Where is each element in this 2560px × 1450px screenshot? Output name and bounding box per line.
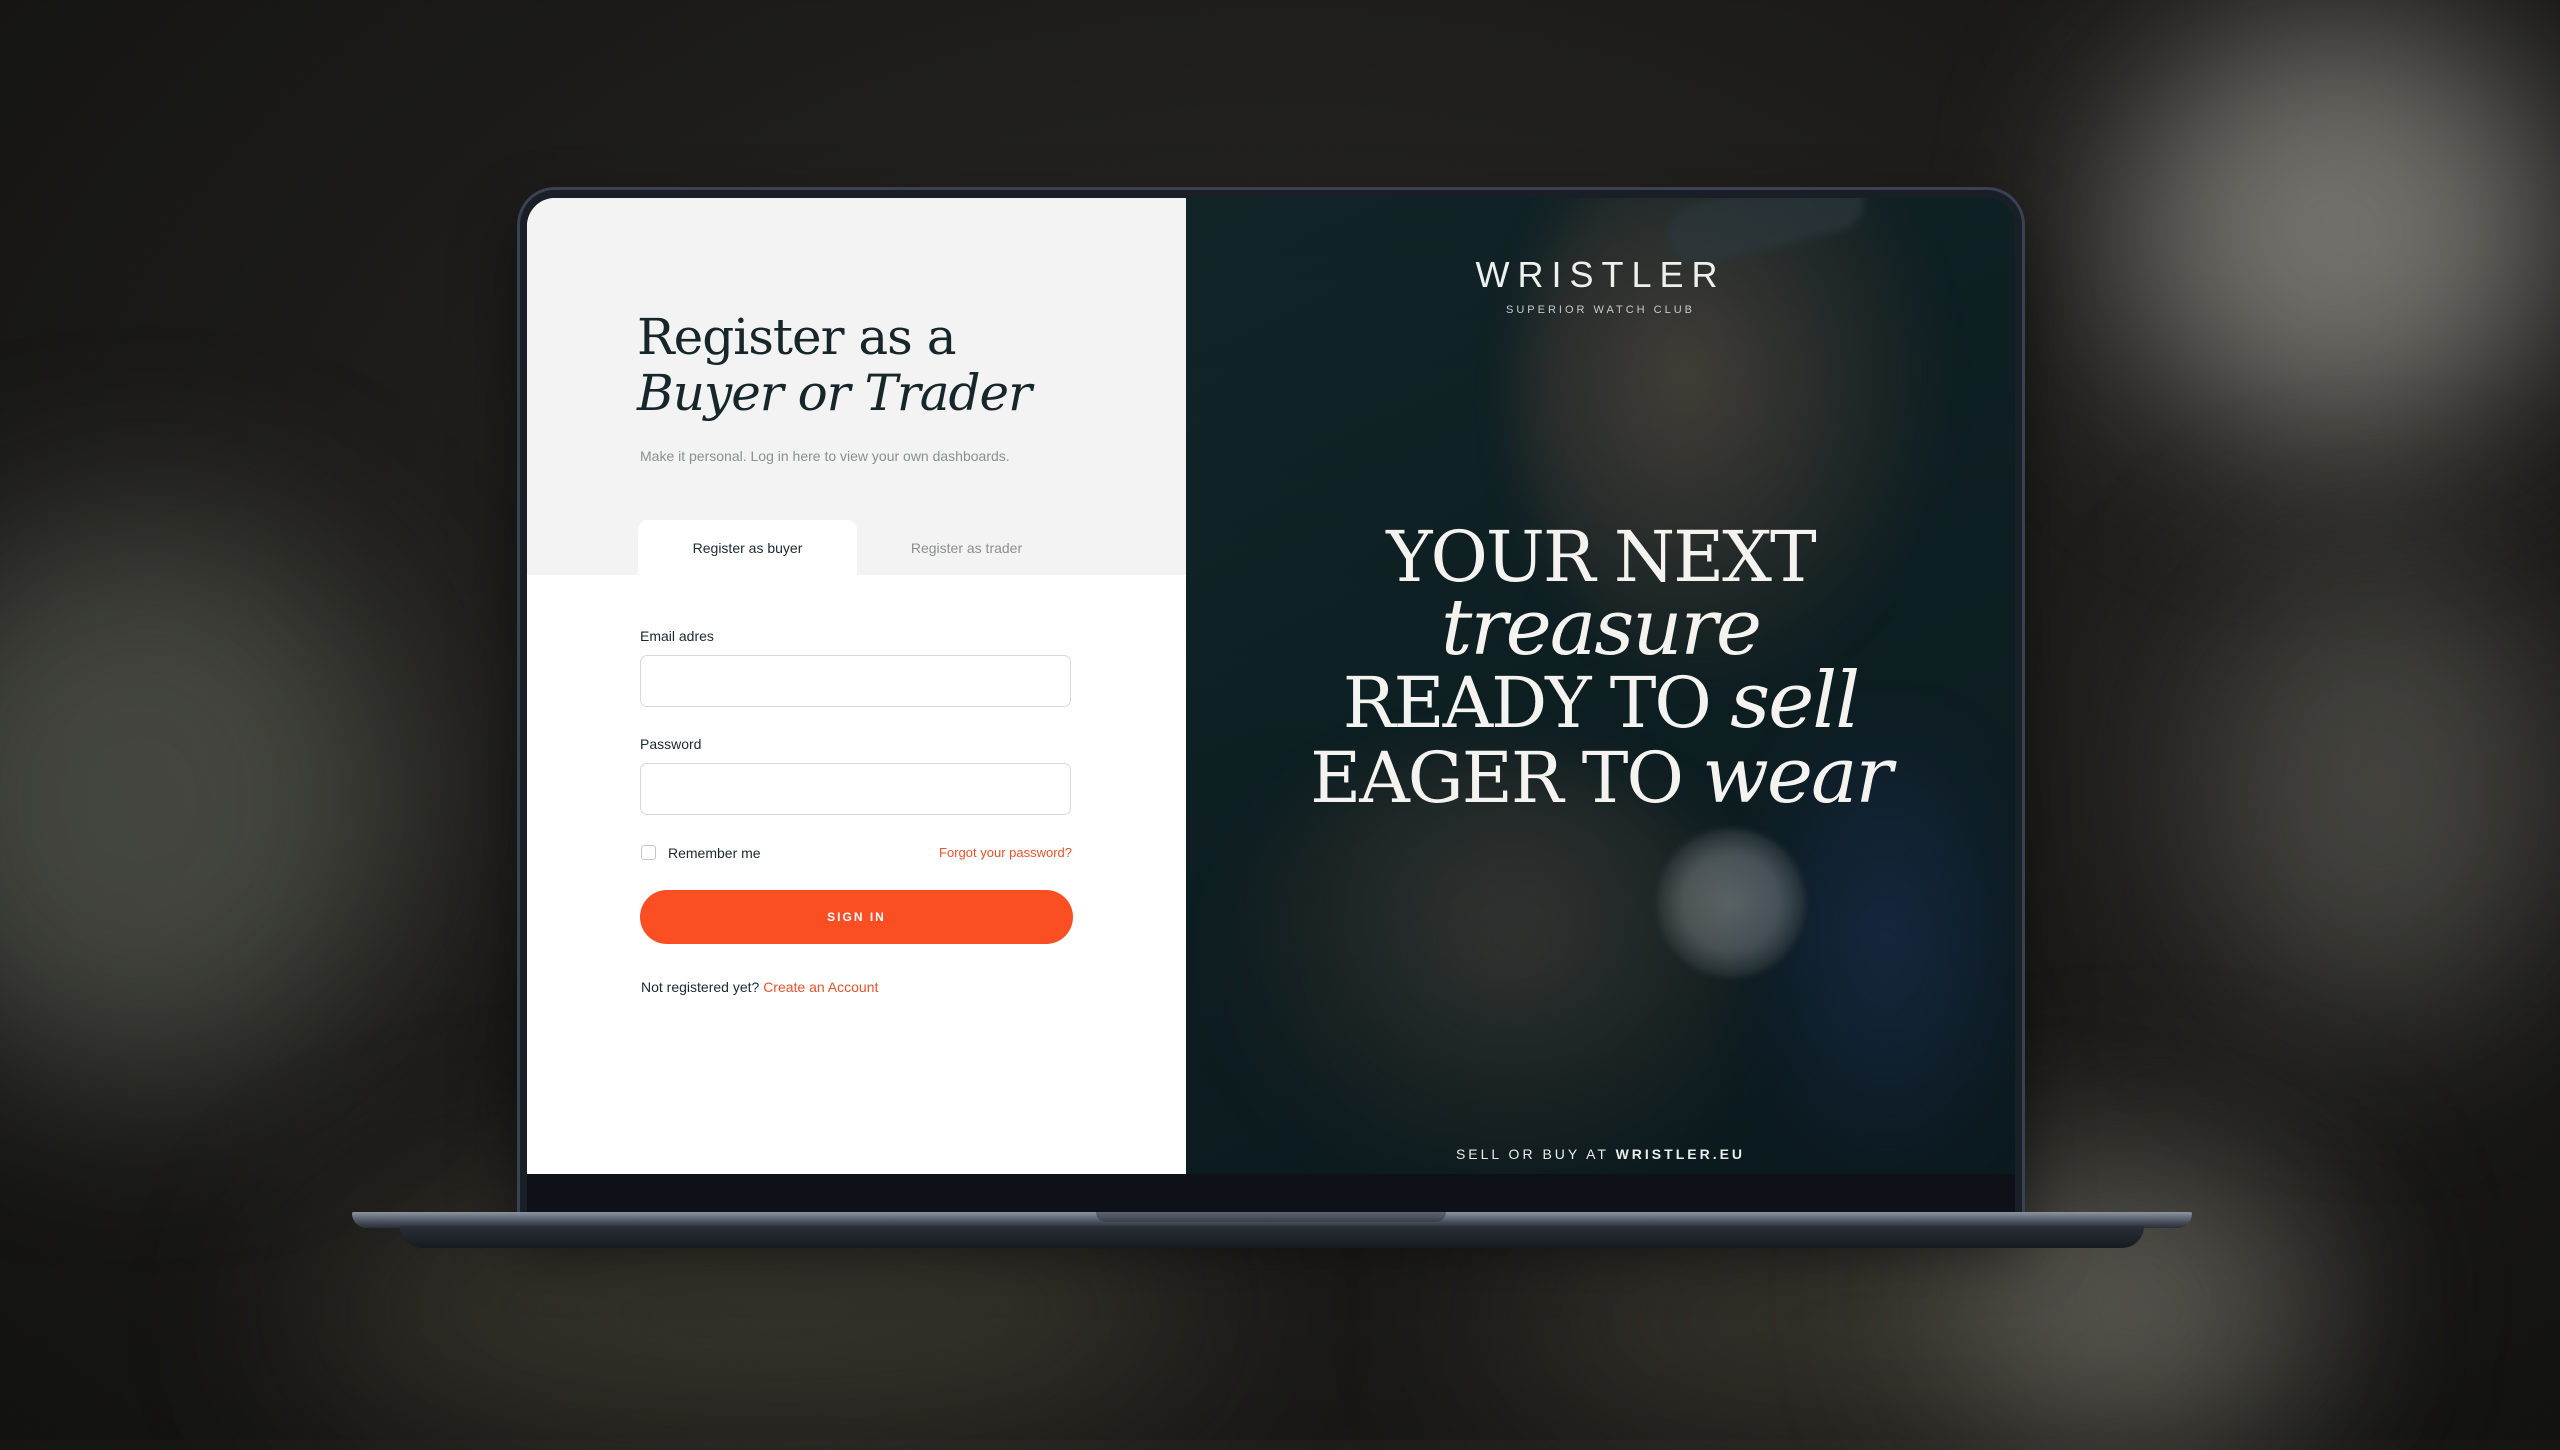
hero-line-4-text: EAGER TO — [1310, 737, 1684, 819]
laptop-notch — [1096, 1212, 1446, 1222]
page-subtitle: Make it personal. Log in here to view yo… — [640, 448, 1010, 464]
hero-line-4: EAGER TO wear — [1186, 731, 2015, 821]
brand-logo: WRISTLER — [1475, 254, 1726, 295]
brand-tagline: SUPERIOR WATCH CLUB — [1505, 304, 1695, 316]
laptop-screen: Register as a Buyer or Trader Make it pe… — [527, 198, 2015, 1174]
promo-panel: WRISTLER SUPERIOR WATCH CLUB YOUR NEXT t… — [1186, 198, 2015, 1174]
tab-register-buyer[interactable]: Register as buyer — [638, 520, 857, 575]
hero-line-4-italic: wear — [1702, 731, 1893, 821]
page-title-line-2: Buyer or Trader — [637, 364, 1032, 422]
promo-footer-domain[interactable]: WRISTLER.EU — [1616, 1146, 1745, 1162]
background-blur — [2200, 560, 2560, 1020]
register-prompt: Not registered yet? Create an Account — [641, 979, 878, 995]
login-panel: Register as a Buyer or Trader Make it pe… — [527, 198, 1186, 1174]
email-field[interactable] — [640, 655, 1071, 707]
background-blur — [0, 520, 400, 1080]
create-account-link[interactable]: Create an Account — [763, 979, 878, 995]
background-blur — [2120, 20, 2560, 440]
email-label: Email adres — [640, 628, 714, 644]
laptop-base-shadow — [400, 1226, 2144, 1248]
sign-in-button[interactable]: SIGN IN — [640, 890, 1073, 944]
promo-footer: SELL OR BUY AT WRISTLER.EU — [1186, 1146, 2015, 1162]
page-title-line-1: Register as a — [637, 308, 957, 366]
laptop-chin — [527, 1174, 2015, 1212]
not-registered-text: Not registered yet? — [641, 979, 760, 995]
remember-me-label[interactable]: Remember me — [668, 845, 761, 861]
password-label: Password — [640, 736, 702, 752]
remember-me-checkbox[interactable] — [641, 845, 656, 860]
tab-label: Register as trader — [910, 539, 1023, 556]
tab-register-trader[interactable]: Register as trader — [857, 520, 1076, 575]
forgot-password-link[interactable]: Forgot your password? — [927, 845, 1072, 860]
tab-label: Register as buyer — [692, 539, 803, 556]
promo-footer-prefix: SELL OR BUY AT — [1455, 1146, 1609, 1162]
password-field[interactable] — [640, 763, 1071, 815]
